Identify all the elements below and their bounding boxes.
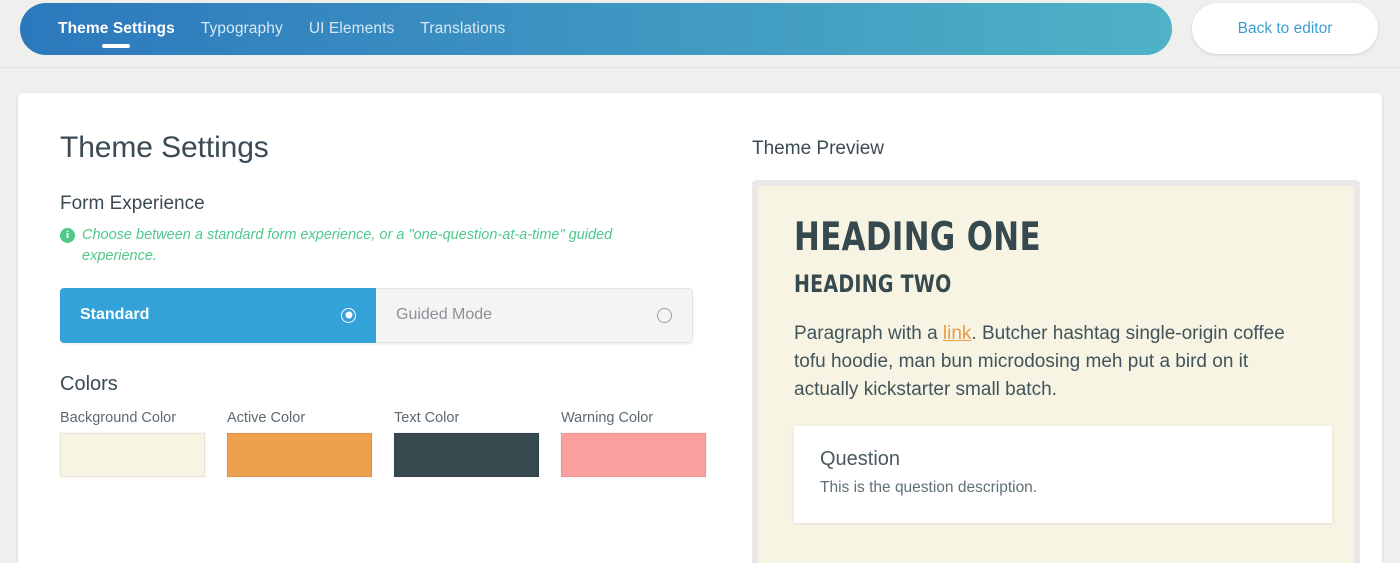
color-swatch-warning[interactable] [561,433,706,477]
color-label-warning: Warning Color [561,410,706,426]
back-to-editor-button[interactable]: Back to editor [1192,3,1378,54]
info-icon: i [60,228,75,243]
preview-surface: HEADING ONE HEADING TWO Paragraph with a… [758,186,1354,563]
color-swatch-active[interactable] [227,433,372,477]
preview-title: Theme Preview [752,138,1362,160]
color-field-warning: Warning Color [561,410,706,477]
page-title: Theme Settings [60,131,715,165]
nav-tab-list: Theme Settings Typography UI Elements Tr… [20,3,505,55]
settings-column: Theme Settings Form Experience i Choose … [60,131,715,477]
preview-column: Theme Preview HEADING ONE HEADING TWO Pa… [752,138,1362,563]
preview-paragraph-link[interactable]: link [943,323,972,344]
radio-selected-icon [341,308,356,323]
tab-theme-settings-label: Theme Settings [58,20,175,37]
radio-unselected-icon [657,308,672,323]
preview-question-card: Question This is the question descriptio… [794,426,1332,523]
top-bar: Theme Settings Typography UI Elements Tr… [0,0,1400,68]
preview-heading-one: HEADING ONE [794,218,1255,259]
preview-question-title: Question [820,448,1306,471]
preview-heading-two: HEADING TWO [794,270,1255,298]
tab-translations[interactable]: Translations [420,3,505,55]
color-swatch-text[interactable] [394,433,539,477]
color-field-background: Background Color [60,410,205,477]
form-experience-option-guided-label: Guided Mode [396,306,492,324]
back-to-editor-label: Back to editor [1238,20,1333,38]
tab-translations-label: Translations [420,20,505,37]
color-label-text: Text Color [394,410,539,426]
form-experience-toggle: Standard Guided Mode [60,288,693,343]
form-experience-option-standard-label: Standard [80,306,149,324]
tab-typography[interactable]: Typography [201,3,283,55]
tab-ui-elements-label: UI Elements [309,20,395,37]
preview-frame: HEADING ONE HEADING TWO Paragraph with a… [752,180,1360,563]
form-experience-heading: Form Experience [60,193,715,215]
preview-paragraph-before: Paragraph with a [794,323,943,344]
color-field-active: Active Color [227,410,372,477]
form-experience-hint: i Choose between a standard form experie… [60,225,715,268]
color-swatch-row: Background Color Active Color Text Color… [60,410,715,477]
color-label-background: Background Color [60,410,205,426]
color-label-active: Active Color [227,410,372,426]
tab-theme-settings[interactable]: Theme Settings [58,3,175,55]
form-experience-option-standard[interactable]: Standard [60,288,376,343]
preview-question-description: This is the question description. [820,479,1306,497]
tab-ui-elements[interactable]: UI Elements [309,3,395,55]
tab-typography-label: Typography [201,20,283,37]
form-experience-option-guided[interactable]: Guided Mode [376,288,693,343]
settings-card: Theme Settings Form Experience i Choose … [18,93,1382,563]
color-field-text: Text Color [394,410,539,477]
colors-heading: Colors [60,373,715,396]
primary-nav: Theme Settings Typography UI Elements Tr… [20,3,1172,55]
color-swatch-background[interactable] [60,433,205,477]
form-experience-hint-text: Choose between a standard form experienc… [82,225,682,268]
preview-paragraph: Paragraph with a link. Butcher hashtag s… [794,320,1302,404]
